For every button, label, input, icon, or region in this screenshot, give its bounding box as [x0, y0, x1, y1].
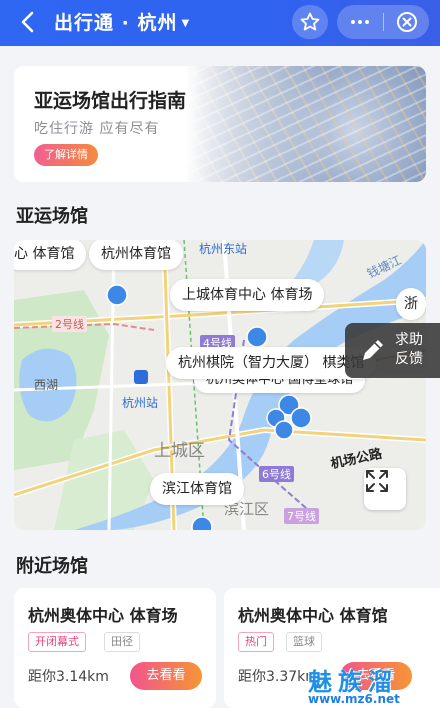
venue-name: 杭州奥体中心 体育馆: [238, 606, 388, 625]
site-watermark: 魅族溜 www.mz6.net: [300, 662, 440, 708]
feedback-label-line1: 求助: [395, 332, 423, 348]
map-place-label: 杭州站: [122, 396, 159, 410]
favorite-button[interactable]: [292, 5, 328, 39]
map-place-label: 西湖: [34, 378, 59, 392]
venue-label[interactable]: 心 体育馆: [14, 240, 87, 270]
page-title[interactable]: 出行通 · 杭州 ▼: [54, 8, 190, 35]
city-title: 出行通 · 杭州: [54, 12, 178, 34]
venue-tag: 田径: [104, 632, 140, 652]
nearby-section-title: 附近场馆: [16, 556, 88, 577]
guide-banner[interactable]: 亚运场馆出行指南 吃住行游 应有尽有 了解详情: [14, 66, 426, 182]
top-bar: 出行通 · 杭州 ▼: [0, 0, 440, 46]
star-icon: [300, 12, 320, 31]
dropdown-caret-icon: ▼: [181, 18, 191, 29]
venue-distance: 距你3.14km: [28, 669, 109, 685]
close-button[interactable]: [384, 5, 429, 39]
banner-title: 亚运场馆出行指南: [34, 90, 187, 112]
expand-arrows-icon: [366, 470, 388, 492]
map-place-label: 上城区: [154, 441, 205, 461]
close-circle-icon: [396, 12, 417, 32]
venue-label[interactable]: 浙: [396, 288, 426, 320]
feedback-label-line2: 反馈: [395, 351, 423, 367]
venue-map[interactable]: 杭州东站 钱塘江 2号线 4号线 西湖 杭州站 上城区 6号线 机场公路 7号线…: [14, 240, 426, 530]
venue-label[interactable]: 杭州体育馆: [89, 240, 183, 270]
venue-label[interactable]: 上城体育中心 体育场: [170, 279, 325, 311]
venue-label[interactable]: 滨江体育馆: [150, 473, 244, 505]
help-feedback-button[interactable]: 求助 反馈: [345, 323, 440, 378]
learn-more-button[interactable]: 了解详情: [34, 144, 98, 166]
metro-line-label: 6号线: [259, 466, 294, 482]
metro-line-label: 2号线: [52, 316, 87, 332]
metro-line-label: 7号线: [284, 508, 319, 524]
venues-section-title: 亚运场馆: [16, 206, 88, 227]
banner-subtitle: 吃住行游 应有尽有: [34, 121, 160, 137]
back-arrow-icon[interactable]: [14, 8, 42, 36]
venue-name: 杭州奥体中心 体育场: [28, 606, 178, 625]
go-see-button[interactable]: 去看看: [130, 662, 202, 690]
map-fullscreen-button[interactable]: [364, 468, 406, 510]
pencil-icon: [363, 340, 383, 360]
map-place-label: 杭州东站: [199, 242, 248, 256]
venue-tag: 篮球: [286, 632, 322, 652]
mini-app-capsule: [337, 5, 429, 39]
more-button[interactable]: [337, 5, 383, 39]
venue-tag: 开闭幕式: [28, 632, 86, 652]
nearby-venue-card[interactable]: 杭州奥体中心 体育场 开闭幕式 田径 距你3.14km 去看看: [14, 588, 216, 708]
watermark-url: www.mz6.net: [308, 692, 400, 706]
venue-tag: 热门: [238, 632, 274, 652]
